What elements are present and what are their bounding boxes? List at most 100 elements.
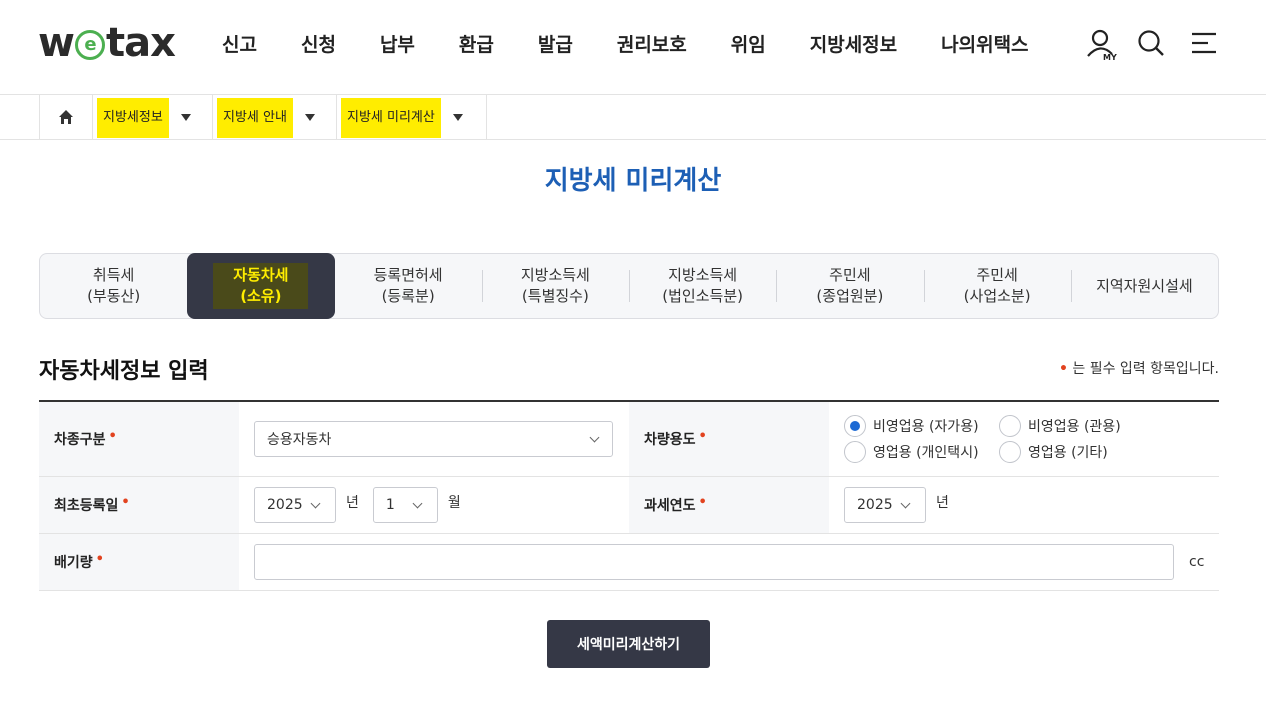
radio-noncommercial-government[interactable]: 비영업용 (관용) <box>999 415 1149 437</box>
radio-label: 비영업용 (관용) <box>1028 419 1121 435</box>
section-title: 자동차세정보 입력 <box>39 359 209 384</box>
nav-item-payment[interactable]: 납부 <box>380 30 415 57</box>
tab-label: 주민세 <box>976 266 1018 284</box>
nav-item-issue[interactable]: 발급 <box>538 30 573 57</box>
required-note-text: 는 필수 입력 항목입니다. <box>1072 361 1219 377</box>
tab-local-income-tax-withholding[interactable]: 지방소득세 (특별징수) <box>481 254 629 318</box>
tab-local-income-tax-corporate[interactable]: 지방소득세 (법인소득분) <box>629 254 776 318</box>
tax-type-tabs: 취득세 (부동산) 자동차세 (소유) 등록면허세 (등록분) 지방소득세 (특… <box>39 253 1219 319</box>
form-row: 배기량 • cc <box>39 534 1219 591</box>
radio-label: 영업용 (기타) <box>1028 445 1108 461</box>
tab-label: 등록면허세 <box>373 266 443 284</box>
select-value: 1 <box>385 497 395 513</box>
vehicle-use-cell: 비영업용 (자가용) 비영업용 (관용) 영업용 (개인택시) 영업용 (기타) <box>829 402 1219 476</box>
nav-item-rights[interactable]: 권리보호 <box>617 30 687 57</box>
nav-item-refund[interactable]: 환급 <box>459 30 494 57</box>
home-icon[interactable] <box>39 95 93 139</box>
radio-label: 비영업용 (자가용) <box>873 419 979 435</box>
nav-item-report[interactable]: 신고 <box>222 30 257 57</box>
vehicle-type-label: 차종구분 • <box>39 402 239 476</box>
page-title: 지방세 미리계산 <box>544 166 722 196</box>
radio-button-checked[interactable] <box>844 415 866 437</box>
vehicle-type-select[interactable]: 승용자동차 <box>254 421 613 457</box>
logo-text-tax: tax <box>105 20 176 66</box>
tab-label: 자동차세 <box>233 266 289 284</box>
select-value: 2025 <box>857 497 893 513</box>
search-icon[interactable] <box>1136 28 1166 62</box>
tab-label: 취득세 <box>92 266 135 284</box>
required-mark: • <box>95 551 104 567</box>
vehicle-use-radio-group: 비영업용 (자가용) 비영업용 (관용) 영업용 (개인택시) 영업용 (기타) <box>844 415 1149 463</box>
displacement-input[interactable] <box>254 544 1174 580</box>
tab-sublabel: (법인소득분) <box>662 287 743 305</box>
tab-resident-tax-employee[interactable]: 주민세 (종업원분) <box>776 254 923 318</box>
wetax-logo[interactable]: w e tax <box>38 20 176 66</box>
vehicle-tax-form: 차종구분• 승용자동차 차량용도• 비영업용 (자가용) 비영업용 (관용) <box>39 400 1219 591</box>
breadcrumb-label: 지방세 안내 <box>217 98 293 138</box>
caret-down-icon <box>304 113 315 121</box>
label-text: 배기량 <box>54 555 93 571</box>
tab-sublabel: (등록분) <box>381 287 435 305</box>
breadcrumb-item-tax-precalc[interactable]: 지방세 미리계산 <box>337 95 487 139</box>
radio-label: 영업용 (개인택시) <box>873 445 979 461</box>
tab-regional-resource-facility-tax[interactable]: 지역자원시설세 <box>1070 254 1218 318</box>
breadcrumb-label: 지방세정보 <box>97 98 169 138</box>
my-page-icon[interactable]: MY <box>1086 28 1118 66</box>
form-row: 차종구분• 승용자동차 차량용도• 비영업용 (자가용) 비영업용 (관용) <box>39 402 1219 477</box>
tab-resident-tax-business[interactable]: 주민세 (사업소분) <box>923 254 1071 318</box>
breadcrumb-label: 지방세 미리계산 <box>341 98 441 138</box>
radio-button[interactable] <box>844 441 866 463</box>
tab-label: 지역자원시설세 <box>1096 276 1193 295</box>
tax-year-select[interactable]: 2025 <box>844 487 926 523</box>
breadcrumb-item-tax-guide[interactable]: 지방세 안내 <box>213 95 337 139</box>
tab-acquisition-tax[interactable]: 취득세 (부동산) <box>40 254 187 318</box>
registration-year-select[interactable]: 2025 <box>254 487 336 523</box>
tab-registration-license-tax[interactable]: 등록면허세 (등록분) <box>335 254 482 318</box>
hamburger-menu-icon[interactable] <box>1190 28 1218 62</box>
required-note: • 는 필수 입력 항목입니다. <box>1059 358 1219 378</box>
radio-noncommercial-private[interactable]: 비영업용 (자가용) <box>844 415 999 437</box>
tab-vehicle-tax[interactable]: 자동차세 (소유) <box>187 253 335 319</box>
required-mark: • <box>108 428 117 444</box>
label-text: 과세연도 <box>644 498 696 514</box>
tab-highlight: 자동차세 (소유) <box>213 263 309 309</box>
radio-button[interactable] <box>999 415 1021 437</box>
logo-text-w: w <box>38 20 75 66</box>
tab-label: 지방소득세 <box>668 266 738 284</box>
chevron-down-icon <box>412 498 423 509</box>
select-value: 2025 <box>267 497 303 513</box>
label-text: 차종구분 <box>54 432 106 448</box>
nav-item-apply[interactable]: 신청 <box>301 30 336 57</box>
required-mark: • <box>1058 361 1068 377</box>
caret-down-icon <box>452 113 463 121</box>
first-registration-label: 최초등록일 • <box>39 477 239 533</box>
tab-sublabel: (특별징수) <box>521 287 589 305</box>
tab-sublabel: (소유) <box>240 287 282 305</box>
chevron-down-icon <box>310 498 321 509</box>
radio-button[interactable] <box>999 441 1021 463</box>
select-value: 승용자동차 <box>267 432 332 448</box>
month-unit: 월 <box>447 495 461 511</box>
breadcrumb-item-local-tax-info[interactable]: 지방세정보 <box>93 95 213 139</box>
displacement-label: 배기량 • <box>39 534 239 590</box>
tax-year-cell: 2025 년 <box>829 477 1219 533</box>
label-text: 차량용도 <box>644 432 696 448</box>
site-header: w e tax 신고 신청 납부 환급 발급 권리보호 위임 지방세정보 나의위택스… <box>0 0 1266 95</box>
displacement-unit: cc <box>1189 554 1205 570</box>
nav-item-local-tax-info[interactable]: 지방세정보 <box>810 30 897 57</box>
required-mark: • <box>121 494 130 510</box>
tab-label: 지방소득세 <box>520 266 590 284</box>
chevron-down-icon <box>900 498 911 509</box>
radio-commercial-other[interactable]: 영업용 (기타) <box>999 441 1149 463</box>
vehicle-use-label: 차량용도 • <box>629 402 829 476</box>
radio-commercial-taxi[interactable]: 영업용 (개인택시) <box>844 441 999 463</box>
calculate-tax-button[interactable]: 세액미리계산하기 <box>547 620 710 668</box>
tab-sublabel: (사업소분) <box>963 287 1031 305</box>
nav-item-my-wetax[interactable]: 나의위택스 <box>941 30 1028 57</box>
registration-month-select[interactable]: 1 <box>372 487 438 523</box>
nav-item-delegation[interactable]: 위임 <box>731 30 766 57</box>
vehicle-type-cell: 승용자동차 <box>239 402 629 476</box>
form-row: 최초등록일 • 2025 년 1 월 과세연도 • 2025 년 <box>39 477 1219 534</box>
tab-label: 주민세 <box>829 266 871 284</box>
breadcrumb: 지방세정보 지방세 안내 지방세 미리계산 <box>0 95 1266 140</box>
